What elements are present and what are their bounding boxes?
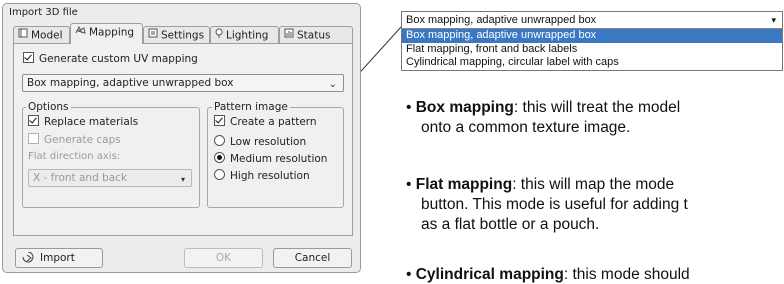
- dropdown-option-cylindrical[interactable]: Cylindrical mapping, circular label with…: [402, 56, 782, 70]
- tab-mapping[interactable]: Mapping: [70, 23, 143, 44]
- dropdown-option-box[interactable]: Box mapping, adaptive unwrapped box: [402, 29, 782, 43]
- mapping-dropdown-popup: Box mapping, adaptive unwrapped box ▾ Bo…: [401, 11, 783, 71]
- pattern-legend: Pattern image: [212, 101, 290, 113]
- box-mapping-description: • Box mapping: this will treat the model…: [406, 99, 681, 136]
- flat-axis-label: Flat direction axis:: [28, 151, 121, 162]
- cancel-button[interactable]: Cancel: [273, 248, 352, 268]
- tab-status[interactable]: Status: [279, 26, 353, 43]
- dropdown-arrow-icon: ▾: [180, 175, 185, 184]
- options-legend: Options: [26, 101, 71, 113]
- chevron-down-icon: ▾: [771, 15, 776, 25]
- low-resolution-radio[interactable]: Low resolution: [214, 135, 306, 148]
- settings-icon: [148, 27, 158, 44]
- tab-lighting[interactable]: Lighting: [210, 26, 279, 43]
- radio-mark: [214, 135, 225, 146]
- checkbox-mark: [28, 115, 39, 126]
- tab-label: Settings: [161, 29, 205, 42]
- tab-label: Status: [297, 29, 331, 42]
- tab-label: Lighting: [226, 29, 269, 42]
- lighting-icon: [215, 27, 223, 44]
- import-button[interactable]: Import: [15, 248, 103, 268]
- ok-button[interactable]: OK: [184, 248, 263, 268]
- generate-uv-checkbox[interactable]: Generate custom UV mapping: [23, 52, 198, 65]
- cylindrical-mapping-description: • Cylindrical mapping: this mode should: [406, 266, 690, 283]
- radio-mark: [214, 152, 225, 163]
- high-resolution-radio[interactable]: High resolution: [214, 169, 310, 182]
- tab-bar: Model Mapping Settings Lighting Status: [13, 23, 353, 44]
- tab-label: Mapping: [89, 26, 135, 39]
- mapping-icon: [75, 24, 86, 41]
- checkbox-mark: [23, 52, 34, 63]
- dropdown-current-value[interactable]: Box mapping, adaptive unwrapped box ▾: [402, 12, 782, 29]
- checkbox-mark: [28, 133, 39, 144]
- tab-settings[interactable]: Settings: [143, 26, 210, 43]
- flat-axis-select[interactable]: X - front and back ▾: [28, 169, 192, 187]
- flat-mapping-description: • Flat mapping: this will map the mode b…: [406, 176, 688, 233]
- status-icon: [284, 27, 294, 44]
- mapping-panel: Generate custom UV mapping Box mapping, …: [13, 43, 353, 236]
- dialog-title: Import 3D file: [9, 7, 78, 18]
- create-pattern-checkbox[interactable]: Create a pattern: [214, 115, 317, 128]
- import-icon: [22, 251, 34, 269]
- mapping-mode-select[interactable]: Box mapping, adaptive unwrapped box ⌄: [22, 74, 344, 92]
- dropdown-option-flat[interactable]: Flat mapping, front and back labels: [402, 43, 782, 57]
- replace-materials-checkbox[interactable]: Replace materials: [28, 115, 138, 128]
- model-icon: [18, 27, 28, 44]
- tab-label: Model: [31, 29, 63, 42]
- import-3d-dialog: Import 3D file Model Mapping Settings Li…: [2, 3, 361, 273]
- chevron-down-icon: ⌄: [328, 79, 337, 90]
- medium-resolution-radio[interactable]: Medium resolution: [214, 152, 327, 165]
- radio-mark: [214, 169, 225, 180]
- checkbox-mark: [214, 115, 225, 126]
- generate-caps-checkbox[interactable]: Generate caps: [28, 133, 121, 146]
- tab-model[interactable]: Model: [13, 26, 70, 43]
